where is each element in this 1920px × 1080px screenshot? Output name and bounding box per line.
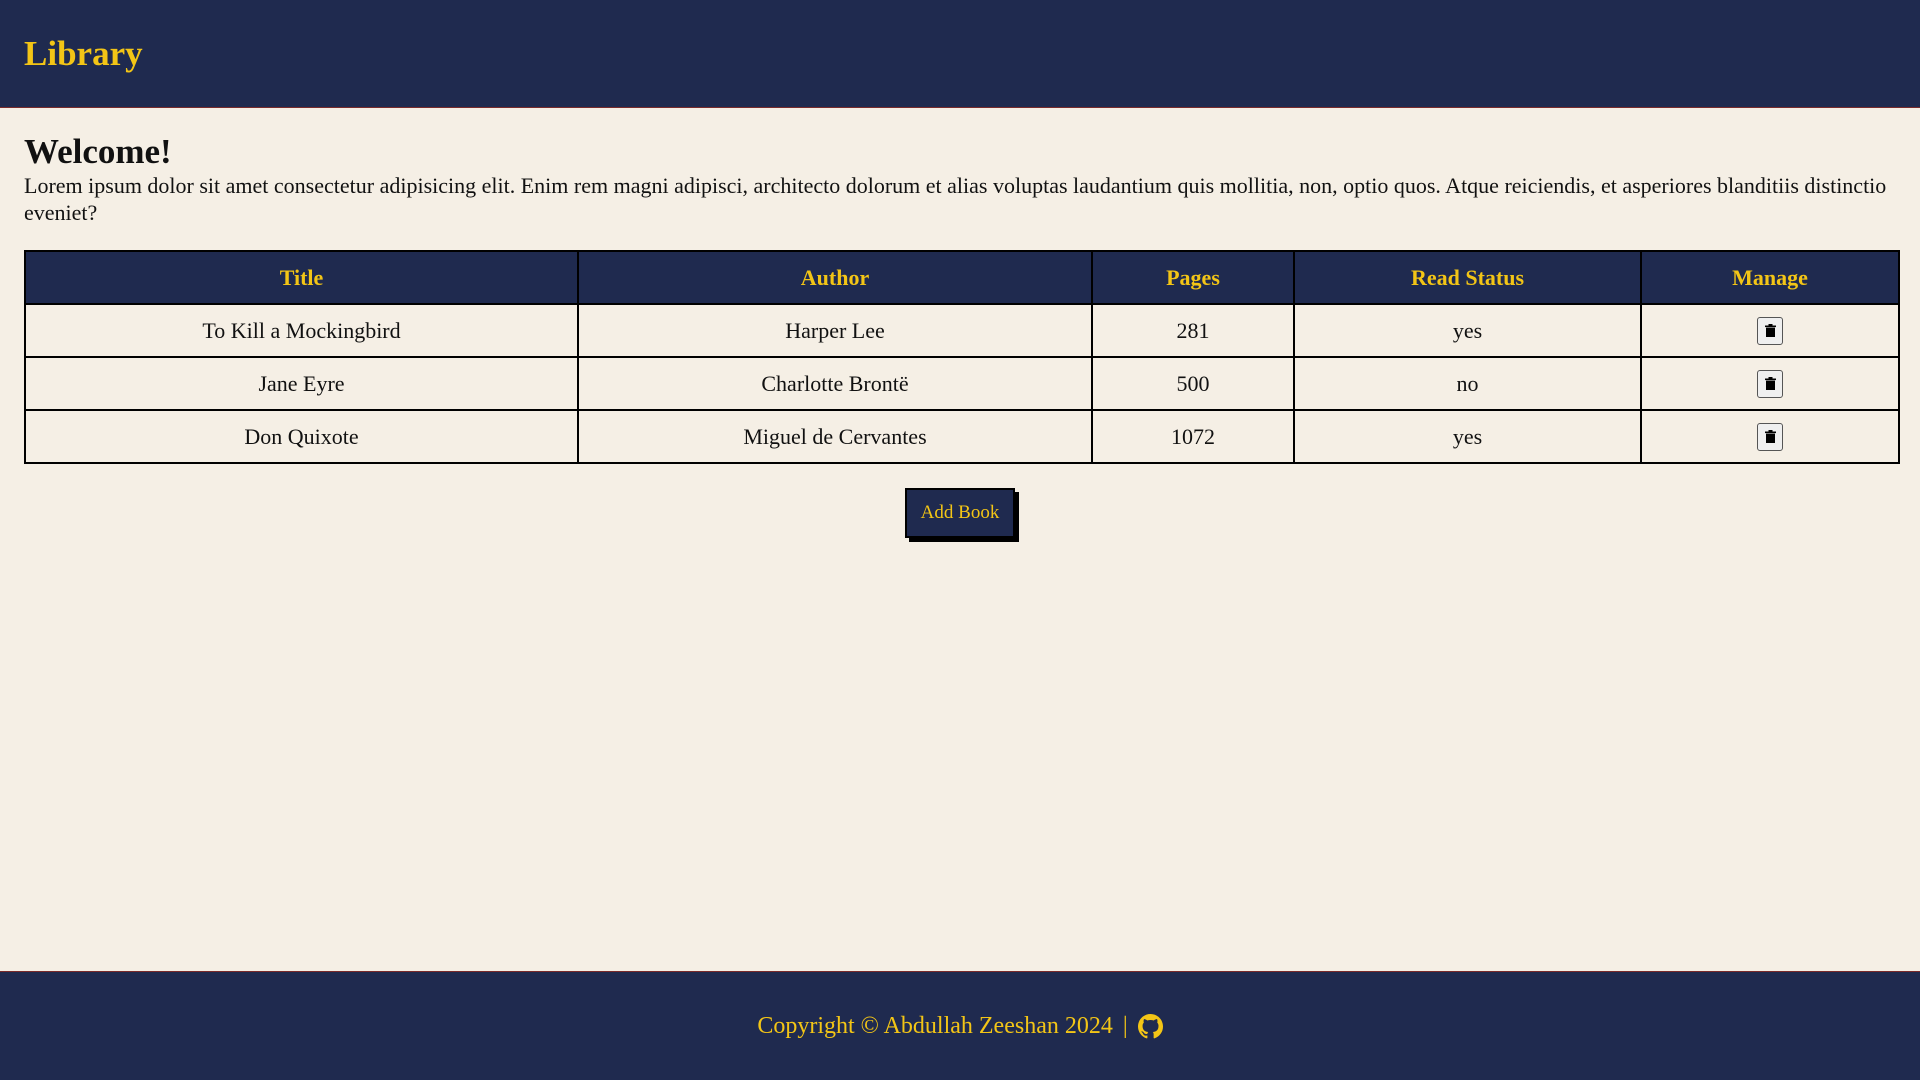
github-icon [1137, 1013, 1163, 1038]
trash-icon [1764, 430, 1776, 444]
add-book-container: Add Book [24, 488, 1896, 538]
table-header-row: Title Author Pages Read Status Manage [24, 250, 1900, 305]
top-navbar: Library [0, 0, 1920, 108]
cell-pages: 500 [1091, 356, 1295, 411]
cell-manage [1640, 356, 1900, 411]
header-title: Title [24, 250, 579, 305]
welcome-heading: Welcome! [24, 132, 172, 171]
cell-read-status: yes [1293, 303, 1642, 358]
page: Library Welcome! Lorem ipsum dolor sit a… [0, 0, 1920, 1080]
intro-paragraph: Lorem ipsum dolor sit amet consectetur a… [24, 173, 1887, 225]
trash-icon [1764, 377, 1776, 391]
delete-book-button[interactable] [1757, 422, 1783, 451]
header-pages: Pages [1091, 250, 1295, 305]
table-row: Don Quixote Miguel de Cervantes 1072 yes [24, 409, 1900, 464]
cell-title: To Kill a Mockingbird [24, 303, 579, 358]
main-content: Welcome! Lorem ipsum dolor sit amet cons… [0, 108, 1920, 971]
cell-pages: 281 [1091, 303, 1295, 358]
cell-pages: 1072 [1091, 409, 1295, 464]
footer-separator: | [1122, 1012, 1128, 1039]
cell-author: Harper Lee [577, 303, 1093, 358]
table-row: Jane Eyre Charlotte Brontë 500 no [24, 356, 1900, 411]
delete-book-button[interactable] [1757, 316, 1783, 345]
books-table: Title Author Pages Read Status Manage To… [24, 250, 1900, 464]
add-book-button[interactable]: Add Book [904, 488, 1016, 538]
cell-author: Miguel de Cervantes [577, 409, 1093, 464]
github-link[interactable] [1137, 1013, 1163, 1039]
cell-manage [1640, 303, 1900, 358]
delete-book-button[interactable] [1757, 369, 1783, 398]
header-author: Author [577, 250, 1093, 305]
cell-author: Charlotte Brontë [577, 356, 1093, 411]
trash-icon [1764, 324, 1776, 338]
cell-read-status: yes [1293, 409, 1642, 464]
footer: Copyright © Abdullah Zeeshan 2024 | [0, 971, 1920, 1080]
table-row: To Kill a Mockingbird Harper Lee 281 yes [24, 303, 1900, 358]
copyright-text: Copyright © Abdullah Zeeshan 2024 [757, 1012, 1113, 1039]
header-read-status: Read Status [1293, 250, 1642, 305]
cell-read-status: no [1293, 356, 1642, 411]
cell-title: Don Quixote [24, 409, 579, 464]
header-manage: Manage [1640, 250, 1900, 305]
cell-title: Jane Eyre [24, 356, 579, 411]
cell-manage [1640, 409, 1900, 464]
app-title: Library [24, 33, 143, 73]
